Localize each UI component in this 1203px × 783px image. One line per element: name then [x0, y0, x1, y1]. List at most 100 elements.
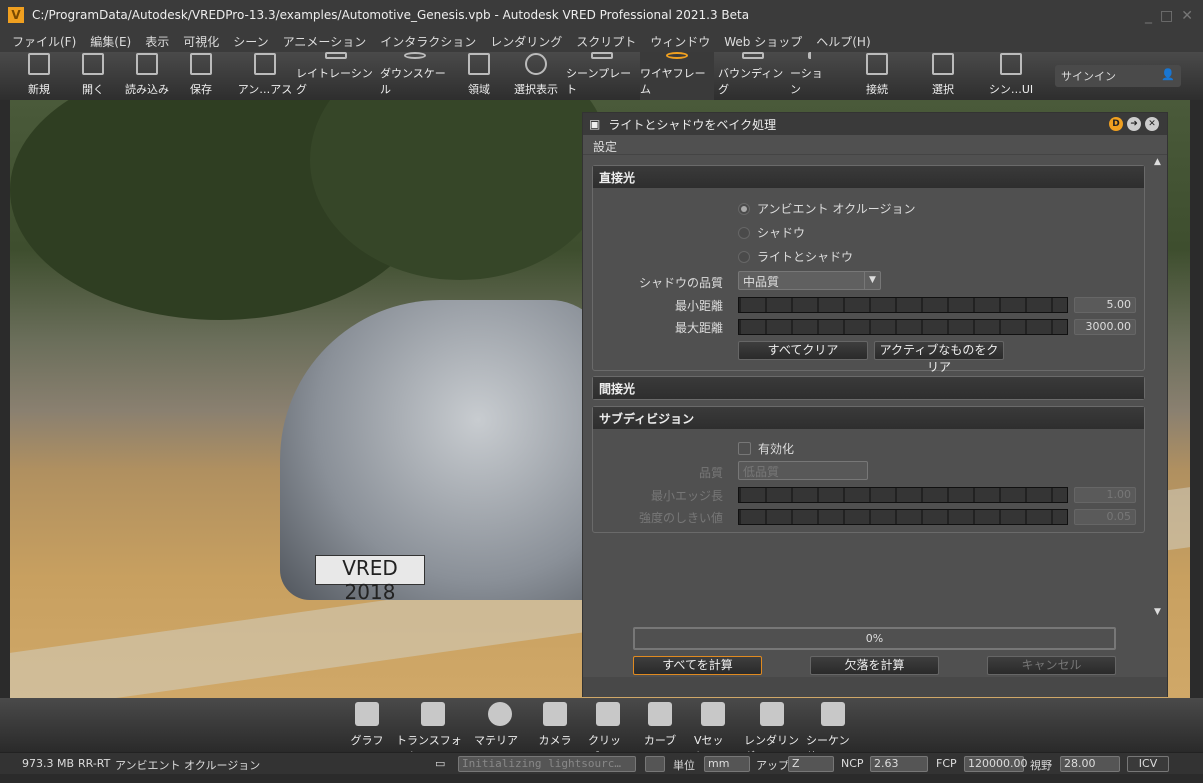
transform-icon — [421, 702, 445, 726]
scroll-up-icon[interactable]: ▲ — [1154, 157, 1166, 167]
dock-label: カーブ — [643, 734, 677, 747]
menu-webshop[interactable]: Web ショップ — [724, 33, 802, 50]
toolbar-label: 読み込み — [125, 83, 169, 96]
console-input[interactable]: Initializing lightsourc… — [458, 756, 636, 772]
icv-button[interactable]: ICV — [1127, 756, 1169, 772]
shadow-quality-select[interactable]: 中品質 ▼ — [738, 271, 881, 290]
indirect-light-header[interactable]: 間接光 — [593, 377, 1144, 399]
toolbar-label: ーション — [790, 67, 823, 96]
close-dialog-icon[interactable]: ✕ — [1145, 117, 1159, 131]
toolbar-sceneplate[interactable]: シーンプレート — [566, 52, 638, 100]
toolbar-bounding[interactable]: バウンディング — [718, 52, 788, 100]
radio-shadow[interactable]: シャドウ — [738, 224, 805, 241]
radio-label: シャドウ — [757, 226, 806, 240]
radio-button[interactable] — [738, 250, 750, 263]
menu-help[interactable]: ヘルプ(H) — [816, 33, 870, 50]
unit-select[interactable]: mm — [704, 756, 750, 772]
arrow-right-icon[interactable]: ➜ — [1127, 117, 1141, 131]
menu-edit[interactable]: 編集(E) — [90, 33, 131, 50]
region-icon — [468, 53, 490, 75]
min-edge-slider[interactable] — [738, 487, 1068, 503]
compute-all-button[interactable]: すべてを計算 — [633, 656, 762, 675]
signin-button[interactable]: サインイン 👤 — [1055, 65, 1181, 87]
toolbar-antialias[interactable]: アン…アス — [236, 52, 294, 100]
toolbar-import[interactable]: 読み込み — [120, 52, 174, 100]
clapperboard-icon — [760, 702, 784, 726]
toolbar-save[interactable]: 保存 — [182, 52, 220, 100]
enable-subdivision-checkbox[interactable]: 有効化 — [738, 440, 794, 457]
checkbox[interactable] — [738, 442, 751, 455]
min-edge-input[interactable]: 1.00 — [1074, 487, 1136, 503]
toolbar-label: シン…UI — [988, 83, 1034, 96]
radio-ambient-occlusion[interactable]: アンビエント オクルージョン — [738, 200, 916, 217]
menu-script[interactable]: スクリプト — [576, 33, 636, 50]
dock-d-icon[interactable]: D — [1109, 117, 1123, 131]
menu-rendering[interactable]: レンダリング — [490, 33, 562, 50]
toolbar-region[interactable]: 領域 — [460, 52, 498, 100]
scroll-down-icon[interactable]: ▼ — [1154, 607, 1161, 617]
plug-icon — [866, 53, 888, 75]
graph-icon — [355, 702, 379, 726]
menu-file[interactable]: ファイル(F) — [12, 33, 76, 50]
menu-window[interactable]: ウィンドウ — [650, 33, 710, 50]
import-icon — [136, 53, 158, 75]
toolbar-annotation[interactable]: ーション — [790, 52, 832, 100]
subdivision-header[interactable]: サブディビジョン — [593, 407, 1144, 429]
camera-icon — [543, 702, 567, 726]
minimize-button[interactable]: _ — [1145, 8, 1152, 24]
menu-scene[interactable]: シーン — [233, 33, 268, 50]
up-axis-select[interactable]: Z — [788, 756, 834, 772]
subdivision-quality-select[interactable]: 低品質 — [738, 461, 868, 480]
max-distance-slider[interactable] — [738, 319, 1068, 335]
toolbar-select[interactable]: 選択 — [924, 52, 962, 100]
menu-animation[interactable]: アニメーション — [283, 33, 367, 50]
memory-usage: 973.3 MB — [22, 757, 75, 770]
toolbar: 新規 開く 読み込み 保存 アン…アス レイトレーシング ダウンスケール 領域 … — [0, 52, 1203, 100]
menu-view[interactable]: 表示 — [145, 33, 169, 50]
radio-button[interactable] — [738, 202, 750, 215]
toolbar-open[interactable]: 開く — [74, 52, 112, 100]
menu-visualization[interactable]: 可視化 — [183, 33, 219, 50]
vset-icon — [701, 702, 725, 726]
ncp-input[interactable]: 2.63 — [870, 756, 928, 772]
dock-curve[interactable]: カーブ — [642, 702, 678, 748]
stop-button[interactable] — [645, 756, 665, 772]
radio-light-and-shadow[interactable]: ライトとシャドウ — [738, 248, 853, 265]
min-distance-slider[interactable] — [738, 297, 1068, 313]
dialog-scrollbar[interactable]: ▲ ▼ — [1154, 157, 1166, 617]
max-distance-input[interactable]: 3000.00 — [1074, 319, 1136, 335]
compute-missing-button[interactable]: 欠落を計算 — [810, 656, 939, 675]
maximize-button[interactable]: □ — [1160, 8, 1173, 24]
fcp-input[interactable]: 120000.00 — [964, 756, 1028, 772]
sequencer-icon — [821, 702, 845, 726]
toolbar-simple-ui[interactable]: シン…UI — [986, 52, 1036, 100]
terminal-icon[interactable]: ▭ — [435, 757, 445, 770]
fov-input[interactable]: 28.00 — [1060, 756, 1120, 772]
dock-camera[interactable]: カメラ — [537, 702, 573, 748]
clear-active-button[interactable]: アクティブなものをクリア — [874, 341, 1004, 374]
direct-light-header[interactable]: 直接光 — [593, 166, 1144, 188]
close-button[interactable]: ✕ — [1181, 8, 1193, 24]
toolbar-raytracing[interactable]: レイトレーシング — [296, 52, 376, 100]
toolbar-downscale[interactable]: ダウンスケール — [380, 52, 450, 100]
min-distance-input[interactable]: 5.00 — [1074, 297, 1136, 313]
toolbar-new[interactable]: 新規 — [20, 52, 58, 100]
wireframe-globe-icon — [666, 52, 688, 59]
toolbar-connect[interactable]: 接続 — [858, 52, 896, 100]
dialog-menu-settings[interactable]: 設定 — [583, 135, 1167, 155]
save-icon — [190, 53, 212, 75]
menu-interaction[interactable]: インタラクション — [380, 33, 476, 50]
threshold-input[interactable]: 0.05 — [1074, 509, 1136, 525]
cancel-button[interactable]: キャンセル — [987, 656, 1116, 675]
dock-graph[interactable]: グラフ — [350, 702, 384, 748]
toolbar-label: 選択表示 — [514, 83, 558, 96]
radio-button[interactable] — [738, 226, 750, 239]
threshold-slider[interactable] — [738, 509, 1068, 525]
clear-all-button[interactable]: すべてクリア — [738, 341, 868, 360]
dock-label: カメラ — [538, 734, 572, 747]
status-bar: 973.3 MB RR-RT アンビエント オクルージョン ▭ Initiali… — [0, 752, 1203, 774]
toolbar-select-display[interactable]: 選択表示 — [508, 52, 564, 100]
select-value: 中品質 — [743, 275, 780, 289]
toolbar-wireframe[interactable]: ワイヤフレーム — [640, 52, 714, 100]
downscale-icon — [404, 52, 426, 59]
